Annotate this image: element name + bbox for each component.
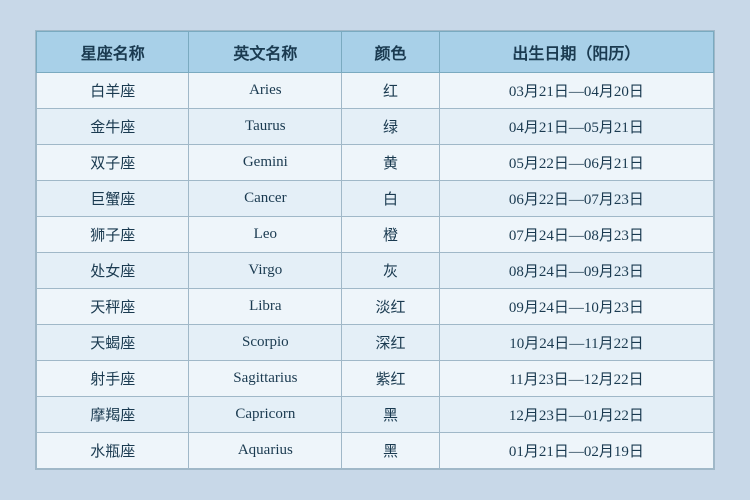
cell-color: 红	[342, 73, 440, 109]
cell-dates: 06月22日—07月23日	[439, 181, 713, 217]
cell-english-name: Cancer	[189, 181, 342, 217]
cell-color: 白	[342, 181, 440, 217]
table-row: 巨蟹座Cancer白06月22日—07月23日	[37, 181, 714, 217]
cell-dates: 04月21日—05月21日	[439, 109, 713, 145]
cell-chinese-name: 处女座	[37, 253, 189, 289]
cell-english-name: Taurus	[189, 109, 342, 145]
cell-chinese-name: 水瓶座	[37, 433, 189, 469]
cell-english-name: Leo	[189, 217, 342, 253]
cell-english-name: Capricorn	[189, 397, 342, 433]
cell-chinese-name: 巨蟹座	[37, 181, 189, 217]
cell-color: 绿	[342, 109, 440, 145]
cell-english-name: Sagittarius	[189, 361, 342, 397]
header-english-name: 英文名称	[189, 32, 342, 73]
cell-color: 灰	[342, 253, 440, 289]
cell-dates: 12月23日—01月22日	[439, 397, 713, 433]
cell-dates: 11月23日—12月22日	[439, 361, 713, 397]
table-row: 金牛座Taurus绿04月21日—05月21日	[37, 109, 714, 145]
cell-color: 黑	[342, 397, 440, 433]
cell-english-name: Scorpio	[189, 325, 342, 361]
zodiac-table-container: 星座名称 英文名称 颜色 出生日期（阳历） 白羊座Aries红03月21日—04…	[35, 30, 715, 470]
cell-color: 紫红	[342, 361, 440, 397]
cell-dates: 10月24日—11月22日	[439, 325, 713, 361]
cell-color: 黄	[342, 145, 440, 181]
table-row: 水瓶座Aquarius黑01月21日—02月19日	[37, 433, 714, 469]
table-row: 射手座Sagittarius紫红11月23日—12月22日	[37, 361, 714, 397]
table-row: 处女座Virgo灰08月24日—09月23日	[37, 253, 714, 289]
cell-dates: 05月22日—06月21日	[439, 145, 713, 181]
cell-chinese-name: 摩羯座	[37, 397, 189, 433]
table-row: 天秤座Libra淡红09月24日—10月23日	[37, 289, 714, 325]
header-color: 颜色	[342, 32, 440, 73]
table-row: 狮子座Leo橙07月24日—08月23日	[37, 217, 714, 253]
cell-dates: 08月24日—09月23日	[439, 253, 713, 289]
header-dates: 出生日期（阳历）	[439, 32, 713, 73]
cell-dates: 03月21日—04月20日	[439, 73, 713, 109]
cell-english-name: Aries	[189, 73, 342, 109]
cell-chinese-name: 金牛座	[37, 109, 189, 145]
cell-english-name: Libra	[189, 289, 342, 325]
cell-dates: 09月24日—10月23日	[439, 289, 713, 325]
table-row: 摩羯座Capricorn黑12月23日—01月22日	[37, 397, 714, 433]
cell-dates: 07月24日—08月23日	[439, 217, 713, 253]
table-row: 双子座Gemini黄05月22日—06月21日	[37, 145, 714, 181]
cell-dates: 01月21日—02月19日	[439, 433, 713, 469]
cell-color: 橙	[342, 217, 440, 253]
table-row: 白羊座Aries红03月21日—04月20日	[37, 73, 714, 109]
cell-color: 淡红	[342, 289, 440, 325]
cell-color: 深红	[342, 325, 440, 361]
table-header-row: 星座名称 英文名称 颜色 出生日期（阳历）	[37, 32, 714, 73]
cell-color: 黑	[342, 433, 440, 469]
table-body: 白羊座Aries红03月21日—04月20日金牛座Taurus绿04月21日—0…	[37, 73, 714, 469]
zodiac-table: 星座名称 英文名称 颜色 出生日期（阳历） 白羊座Aries红03月21日—04…	[36, 31, 714, 469]
header-chinese-name: 星座名称	[37, 32, 189, 73]
cell-chinese-name: 双子座	[37, 145, 189, 181]
cell-chinese-name: 天秤座	[37, 289, 189, 325]
cell-chinese-name: 狮子座	[37, 217, 189, 253]
cell-english-name: Aquarius	[189, 433, 342, 469]
cell-chinese-name: 天蝎座	[37, 325, 189, 361]
cell-english-name: Gemini	[189, 145, 342, 181]
cell-english-name: Virgo	[189, 253, 342, 289]
cell-chinese-name: 射手座	[37, 361, 189, 397]
table-row: 天蝎座Scorpio深红10月24日—11月22日	[37, 325, 714, 361]
cell-chinese-name: 白羊座	[37, 73, 189, 109]
